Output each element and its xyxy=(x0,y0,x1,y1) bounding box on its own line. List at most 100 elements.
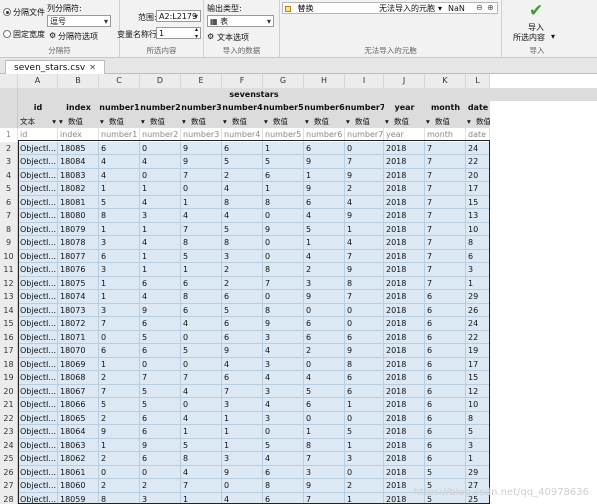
table-cell[interactable]: ObjectI... xyxy=(18,465,58,479)
table-cell[interactable]: 4 xyxy=(140,195,181,209)
table-cell[interactable]: 8 xyxy=(99,209,140,223)
table-cell[interactable]: 9 xyxy=(140,303,181,317)
table-cell[interactable]: 1 xyxy=(140,182,181,196)
table-cell[interactable]: 2018 xyxy=(384,371,425,385)
table-cell[interactable]: 3 xyxy=(222,452,263,466)
table-cell[interactable]: 4 xyxy=(222,209,263,223)
table-cell[interactable]: 22 xyxy=(466,330,490,344)
table-cell[interactable]: 3 xyxy=(222,398,263,412)
text-options-gear-icon[interactable]: ⚙ xyxy=(207,32,214,41)
table-cell[interactable]: 8 xyxy=(99,492,140,504)
table-cell[interactable]: 4 xyxy=(263,371,304,385)
table-cell[interactable]: 18061 xyxy=(58,465,99,479)
table-cell[interactable]: 5 xyxy=(99,398,140,412)
table-cell[interactable]: 9 xyxy=(222,465,263,479)
table-cell[interactable]: 1 xyxy=(140,249,181,263)
table-cell[interactable]: 0 xyxy=(181,182,222,196)
header-cell[interactable]: number6 xyxy=(304,128,345,142)
table-cell[interactable]: 4 xyxy=(263,452,304,466)
table-cell[interactable]: 8 xyxy=(263,195,304,209)
table-cell[interactable]: 2018 xyxy=(384,425,425,439)
table-cell[interactable]: 18083 xyxy=(58,168,99,182)
table-cell[interactable]: 4 xyxy=(304,249,345,263)
table-cell[interactable]: 1 xyxy=(99,182,140,196)
table-cell[interactable]: 18072 xyxy=(58,317,99,331)
table-cell[interactable]: 6 xyxy=(425,357,466,371)
table-cell[interactable]: 18081 xyxy=(58,195,99,209)
variable-name[interactable]: date xyxy=(466,101,490,115)
table-cell[interactable]: 1 xyxy=(304,236,345,250)
table-cell[interactable]: ObjectI... xyxy=(18,344,58,358)
table-cell[interactable]: 0 xyxy=(345,465,384,479)
table-cell[interactable]: 17 xyxy=(466,182,490,196)
table-cell[interactable]: 18067 xyxy=(58,384,99,398)
table-cell[interactable]: 18080 xyxy=(58,209,99,223)
table-cell[interactable]: 4 xyxy=(181,209,222,223)
chevron-down-icon[interactable]: ▾ xyxy=(467,115,471,128)
table-cell[interactable]: 2 xyxy=(345,479,384,493)
remove-rule-icon[interactable]: ⊖ xyxy=(476,3,483,13)
table-cell[interactable]: 2 xyxy=(99,452,140,466)
column-letter[interactable]: J xyxy=(384,74,425,88)
table-cell[interactable]: 6 xyxy=(222,317,263,331)
variable-type-dropdown[interactable]: ▾ 数值 xyxy=(99,114,140,128)
table-cell[interactable]: 6 xyxy=(140,317,181,331)
table-cell[interactable]: 3 xyxy=(304,276,345,290)
table-cell[interactable]: 7 xyxy=(425,155,466,169)
table-cell[interactable]: 2018 xyxy=(384,222,425,236)
table-cell[interactable]: 9 xyxy=(304,182,345,196)
table-cell[interactable]: 2 xyxy=(222,168,263,182)
table-cell[interactable]: ObjectI... xyxy=(18,249,58,263)
table-cell[interactable]: 6 xyxy=(181,303,222,317)
table-cell[interactable]: 6 xyxy=(345,371,384,385)
table-cell[interactable]: 3 xyxy=(263,384,304,398)
table-cell[interactable]: 2018 xyxy=(384,249,425,263)
table-cell[interactable]: 3 xyxy=(140,209,181,223)
table-cell[interactable]: 7 xyxy=(425,236,466,250)
table-cell[interactable]: 3 xyxy=(304,465,345,479)
table-cell[interactable]: 9 xyxy=(140,438,181,452)
table-cell[interactable]: 4 xyxy=(140,236,181,250)
table-cell[interactable]: 18059 xyxy=(58,492,99,504)
rule-action[interactable]: 替换 xyxy=(298,4,314,13)
table-cell[interactable]: 18066 xyxy=(58,398,99,412)
table-cell[interactable]: 7 xyxy=(425,263,466,277)
table-cell[interactable]: ObjectI... xyxy=(18,155,58,169)
table-cell[interactable]: 0 xyxy=(140,357,181,371)
table-cell[interactable]: 7 xyxy=(425,249,466,263)
table-cell[interactable]: 5 xyxy=(99,195,140,209)
table-cell[interactable]: 18074 xyxy=(58,290,99,304)
table-cell[interactable]: 4 xyxy=(304,371,345,385)
table-cell[interactable]: 1 xyxy=(345,492,384,504)
table-cell[interactable]: 1 xyxy=(140,222,181,236)
table-cell[interactable]: 2018 xyxy=(384,411,425,425)
header-cell[interactable]: index xyxy=(58,128,99,142)
table-cell[interactable]: 9 xyxy=(345,344,384,358)
table-cell[interactable]: 7 xyxy=(99,317,140,331)
table-cell[interactable]: ObjectI... xyxy=(18,209,58,223)
table-cell[interactable]: ObjectI... xyxy=(18,398,58,412)
table-cell[interactable]: 3 xyxy=(222,249,263,263)
table-cell[interactable]: 5 xyxy=(222,303,263,317)
column-letter[interactable]: E xyxy=(181,74,222,88)
table-cell[interactable]: 29 xyxy=(466,290,490,304)
table-cell[interactable]: 4 xyxy=(99,155,140,169)
table-cell[interactable]: 4 xyxy=(99,168,140,182)
column-letter[interactable]: G xyxy=(263,74,304,88)
table-cell[interactable]: 6 xyxy=(304,330,345,344)
table-cell[interactable]: 5 xyxy=(425,465,466,479)
table-cell[interactable]: 8 xyxy=(263,303,304,317)
table-cell[interactable]: 9 xyxy=(345,168,384,182)
table-cell[interactable]: 1 xyxy=(466,452,490,466)
column-letter[interactable]: K xyxy=(425,74,466,88)
table-cell[interactable]: ObjectI... xyxy=(18,303,58,317)
table-cell[interactable]: 2018 xyxy=(384,438,425,452)
variable-type-dropdown[interactable]: ▾ 数值 xyxy=(425,114,466,128)
table-cell[interactable]: 18069 xyxy=(58,357,99,371)
table-cell[interactable]: 1 xyxy=(99,357,140,371)
table-cell[interactable]: 1 xyxy=(222,438,263,452)
column-letter[interactable]: F xyxy=(222,74,263,88)
table-cell[interactable]: 2018 xyxy=(384,263,425,277)
table-cell[interactable]: 0 xyxy=(304,357,345,371)
variable-name[interactable]: id xyxy=(18,101,58,115)
